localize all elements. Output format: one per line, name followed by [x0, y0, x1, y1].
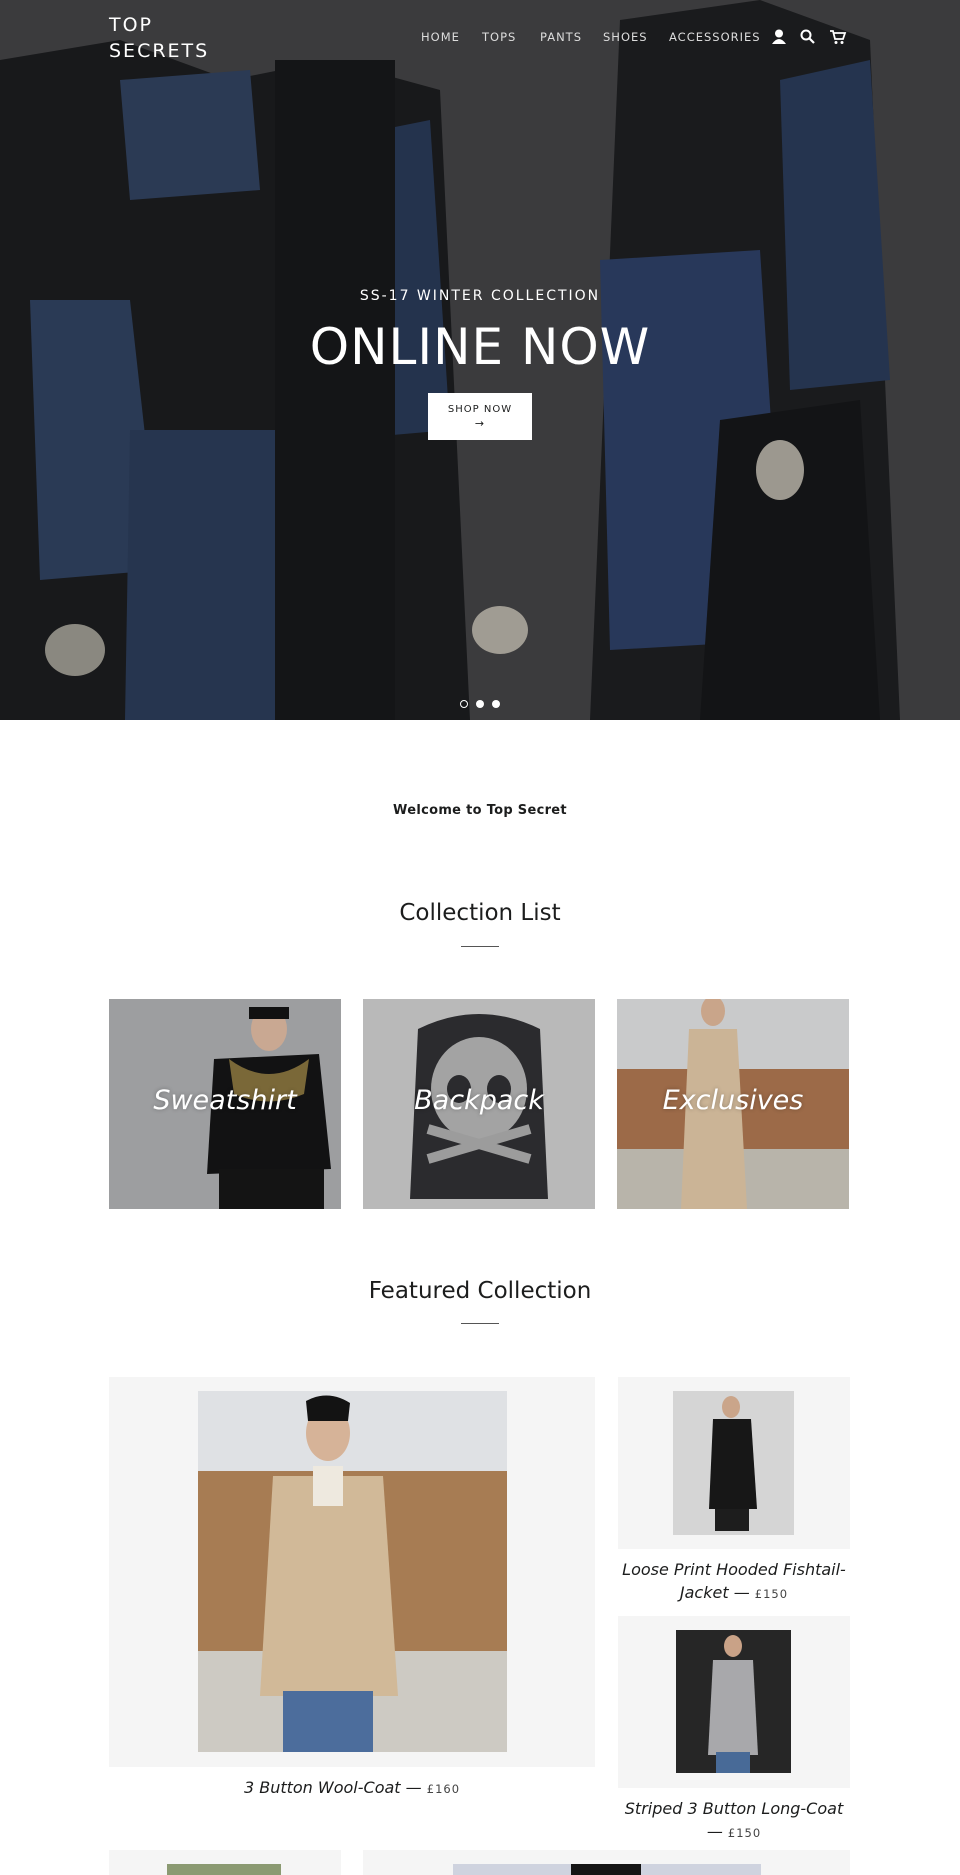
welcome-text: Welcome to Top Secret — [393, 803, 567, 818]
nav-home[interactable]: HOME — [421, 30, 460, 44]
collection-list-title: Collection List — [399, 900, 561, 926]
product-name: Striped 3 Button Long-Coat — [624, 1799, 844, 1818]
nav-accessories[interactable]: ACCESSORIES — [669, 30, 761, 44]
shop-now-button[interactable]: SHOP NOW → — [428, 393, 532, 440]
hero-subtitle: SS-17 WINTER COLLECTION — [359, 288, 601, 304]
featured-collection-title: Featured Collection — [368, 1278, 592, 1304]
arrow-right-icon: → — [474, 417, 486, 430]
product-title-wool-coat[interactable]: 3 Button Wool-Coat — £160 — [109, 1776, 595, 1801]
section-divider — [461, 946, 499, 947]
account-icon[interactable] — [770, 28, 788, 46]
product-price: £160 — [426, 1782, 461, 1796]
search-icon[interactable] — [799, 28, 817, 46]
product-card-wool-coat[interactable] — [109, 1377, 595, 1767]
slide-dot-3[interactable] — [492, 700, 500, 708]
nav-tops[interactable]: TOPS — [482, 30, 516, 44]
hero-title: ONLINE NOW — [309, 318, 651, 376]
product-card-partial-1[interactable] — [109, 1850, 341, 1875]
collection-backpack[interactable]: Backpack — [363, 999, 595, 1209]
nav-pants[interactable]: PANTS — [540, 30, 582, 44]
product-name-line2: Jacket — [679, 1583, 729, 1602]
collection-label: Exclusives — [662, 1085, 804, 1116]
wool-coat-image — [198, 1391, 507, 1752]
slide-dot-1[interactable] — [460, 700, 468, 708]
fishtail-jacket-image — [673, 1391, 794, 1535]
product-card-partial-2[interactable] — [363, 1850, 850, 1875]
slide-dot-2[interactable] — [476, 700, 484, 708]
nav-shoes[interactable]: SHOES — [603, 30, 648, 44]
striped-coat-image — [676, 1630, 791, 1773]
product-name-line1: Loose Print Hooded Fishtail- — [622, 1560, 846, 1579]
hero-slideshow: TOP SECRETS HOME TOPS PANTS SHOES ACCESS… — [0, 0, 960, 720]
product-name: 3 Button Wool-Coat — [243, 1778, 401, 1797]
collection-label: Backpack — [414, 1085, 544, 1116]
section-divider — [461, 1323, 499, 1324]
shop-now-label: SHOP NOW — [447, 404, 513, 415]
product-card-striped-coat[interactable] — [618, 1616, 850, 1788]
collection-exclusives[interactable]: Exclusives — [617, 999, 849, 1209]
cart-icon[interactable] — [829, 28, 847, 46]
price-separator: — — [706, 1822, 723, 1841]
product-price: £150 — [754, 1587, 789, 1601]
price-separator: — — [733, 1583, 750, 1602]
model-figure — [571, 1864, 641, 1875]
collection-sweatshirt[interactable]: Sweatshirt — [109, 999, 341, 1209]
product-card-fishtail-jacket[interactable] — [618, 1377, 850, 1549]
product-price: £150 — [727, 1826, 762, 1840]
product-image-partial — [453, 1864, 761, 1875]
product-title-striped-coat[interactable]: Striped 3 Button Long-Coat — £150 — [618, 1797, 850, 1845]
product-title-fishtail-jacket[interactable]: Loose Print Hooded Fishtail- Jacket — £1… — [618, 1558, 850, 1606]
product-image-partial — [167, 1864, 281, 1875]
collection-label: Sweatshirt — [153, 1085, 297, 1116]
price-separator: — — [405, 1778, 422, 1797]
